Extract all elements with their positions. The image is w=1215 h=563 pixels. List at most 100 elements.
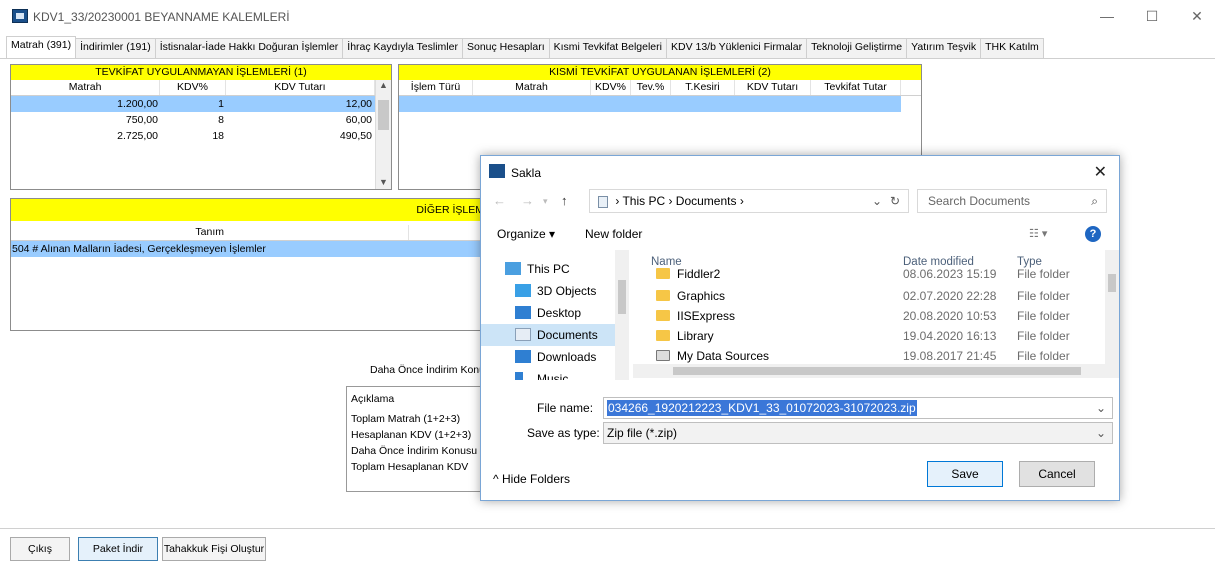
save-type-label: Save as type:: [527, 426, 600, 440]
recent-chevron-icon[interactable]: ▾: [543, 196, 548, 207]
save-button[interactable]: Save: [927, 461, 1003, 487]
table-row[interactable]: [399, 96, 901, 112]
col-kdv-pct: KDV%: [160, 80, 226, 95]
nav-scroll-thumb[interactable]: [618, 280, 626, 314]
back-arrow-icon[interactable]: ←: [493, 193, 506, 208]
diger-columns: Tanım Matr: [11, 225, 504, 241]
tahakkuk-button[interactable]: Tahakkuk Fişi Oluştur: [162, 537, 266, 561]
file-scroll-thumb[interactable]: [1108, 274, 1116, 292]
file-row[interactable]: Graphics 02.07.2020 22:28 File folder: [633, 286, 1113, 306]
folder-icon: [656, 268, 670, 279]
folder-icon: [656, 310, 670, 321]
table-row[interactable]: 504 # Alınan Malların İadesi, Gerçekleşm…: [11, 241, 504, 257]
address-dropdown-icon[interactable]: ⌄: [872, 190, 882, 212]
file-row[interactable]: My Data Sources 19.08.2017 21:45 File fo…: [633, 346, 1113, 366]
save-type-select[interactable]: Zip file (*.zip) ⌄: [603, 422, 1113, 444]
nav-downloads[interactable]: Downloads: [507, 346, 631, 368]
file-h-scroll-thumb[interactable]: [673, 367, 1081, 375]
file-name-dropdown-icon[interactable]: ⌄: [1096, 398, 1106, 418]
nav-documents[interactable]: Documents: [481, 324, 615, 346]
dialog-app-icon: [489, 164, 505, 178]
desktop-icon: [515, 306, 531, 319]
app-icon: [12, 9, 28, 23]
forward-arrow-icon[interactable]: →: [521, 193, 534, 208]
computer-icon: [505, 262, 521, 275]
exit-button[interactable]: Çıkış: [10, 537, 70, 561]
dialog-title: Sakla: [511, 166, 542, 180]
search-input[interactable]: Search Documents ⌕: [917, 189, 1107, 213]
title-bar: KDV1_33/20230001 BEYANNAME KALEMLERİ — ☐…: [0, 0, 1215, 32]
tevkifat-scrollbar[interactable]: ▲ ▼: [375, 80, 391, 189]
document-icon: [515, 328, 531, 341]
table-row[interactable]: 2.725,00 18 490,50: [11, 128, 375, 144]
tab-kdv-13b[interactable]: KDV 13/b Yüklenici Firmalar: [665, 38, 808, 58]
file-row[interactable]: Fiddler2 08.06.2023 15:19 File folder: [633, 264, 1113, 284]
col-matrah: Matrah: [11, 80, 161, 95]
file-list: Name Date modified Type Fiddler2 08.06.2…: [633, 250, 1119, 380]
file-h-scrollbar[interactable]: [633, 364, 1119, 378]
save-type-dropdown-icon[interactable]: ⌄: [1096, 423, 1106, 443]
footer-divider: [0, 528, 1215, 529]
tab-ihrac[interactable]: İhraç Kaydıyla Teslimler: [342, 38, 463, 58]
kismi-columns: İşlem Türü Matrah KDV% Tev.% T.Kesiri KD…: [399, 80, 921, 96]
folder-path-icon: [598, 195, 608, 208]
aciklama-box: Açıklama Toplam Matrah (1+2+3) Hesaplana…: [346, 386, 482, 492]
table-row[interactable]: 750,00 8 60,00: [11, 112, 375, 128]
tevkifat-columns: Matrah KDV% KDV Tutarı: [11, 80, 391, 96]
tab-bar: Matrah (391) İndirimler (191) İstisnalar…: [6, 36, 1044, 58]
table-row[interactable]: 1.200,00 1 12,00: [11, 96, 375, 112]
new-folder-button[interactable]: New folder: [585, 227, 642, 241]
data-source-icon: [656, 350, 670, 361]
tab-kismi-tevkifat[interactable]: Kısmi Tevkifat Belgeleri: [548, 38, 667, 58]
tab-thk[interactable]: THK Katılm: [980, 38, 1044, 58]
tab-indirimler[interactable]: İndirimler (191): [75, 38, 156, 58]
tevkifat-header: TEVKİFAT UYGULANMAYAN İŞLEMLERİ (1): [11, 65, 391, 80]
nav-3d-objects[interactable]: 3D Objects: [507, 280, 631, 302]
refresh-icon[interactable]: ↻: [890, 190, 900, 212]
dialog-close-icon[interactable]: ✕: [1094, 162, 1107, 182]
daha-once-label: Daha Önce İndirim Konus: [370, 364, 491, 376]
organize-menu[interactable]: Organize ▾: [497, 227, 555, 241]
save-dialog: Sakla ✕ ← → ▾ ↑ › This PC › Documents › …: [480, 155, 1120, 501]
nav-this-pc[interactable]: This PC: [497, 258, 627, 280]
window-title: KDV1_33/20230001 BEYANNAME KALEMLERİ: [33, 10, 290, 24]
scroll-up-icon[interactable]: ▲: [376, 80, 391, 90]
music-icon: [515, 372, 523, 380]
scroll-thumb[interactable]: [378, 100, 389, 130]
dialog-toolbar: Organize ▾ New folder ☷ ▾ ?: [481, 222, 1119, 246]
folder-icon: [656, 330, 670, 341]
file-name-input[interactable]: 034266_1920212223_KDV1_33_01072023-31072…: [603, 397, 1113, 419]
tab-yatirim[interactable]: Yatırım Teşvik: [906, 38, 982, 58]
hide-folders-button[interactable]: ^ Hide Folders: [493, 472, 570, 486]
col-kdv-tutari: KDV Tutarı: [226, 80, 375, 95]
tab-teknoloji[interactable]: Teknoloji Geliştirme: [806, 38, 908, 58]
search-icon: ⌕: [1091, 194, 1098, 208]
tab-matrah[interactable]: Matrah (391): [6, 36, 77, 58]
tevkifat-panel: TEVKİFAT UYGULANMAYAN İŞLEMLERİ (1) Matr…: [10, 64, 392, 190]
scroll-down-icon[interactable]: ▼: [376, 177, 391, 187]
diger-header: DİĞER İŞLEM: [11, 199, 504, 221]
download-icon: [515, 350, 531, 363]
view-options-icon[interactable]: ☷ ▾: [1029, 227, 1047, 240]
tab-sonuc[interactable]: Sonuç Hesapları: [461, 38, 550, 58]
maximize-button[interactable]: ☐: [1142, 8, 1162, 25]
help-icon[interactable]: ?: [1085, 226, 1101, 242]
file-name-label: File name:: [537, 401, 594, 415]
close-button[interactable]: ✕: [1187, 8, 1207, 25]
paket-indir-button[interactable]: Paket İndir: [78, 537, 158, 561]
address-bar[interactable]: › This PC › Documents › ⌄ ↻: [589, 189, 909, 213]
nav-desktop[interactable]: Desktop: [507, 302, 631, 324]
breadcrumb[interactable]: › This PC › Documents ›: [615, 194, 743, 208]
up-arrow-icon[interactable]: ↑: [561, 193, 568, 208]
tab-istisnalar[interactable]: İstisnalar-İade Hakkı Doğuran İşlemler: [154, 38, 344, 58]
nav-music[interactable]: Music: [507, 368, 631, 380]
folder-icon: [656, 290, 670, 301]
file-row[interactable]: IISExpress 20.08.2020 10:53 File folder: [633, 306, 1113, 326]
aciklama-label: Açıklama: [351, 393, 395, 405]
navigation-pane: This PC 3D Objects Desktop Documents Dow…: [481, 250, 631, 380]
nav-scrollbar[interactable]: [615, 250, 629, 380]
file-row[interactable]: Library 19.04.2020 16:13 File folder: [633, 326, 1113, 346]
cancel-button[interactable]: Cancel: [1019, 461, 1095, 487]
minimize-button[interactable]: —: [1097, 8, 1117, 24]
file-scrollbar[interactable]: [1105, 250, 1119, 364]
